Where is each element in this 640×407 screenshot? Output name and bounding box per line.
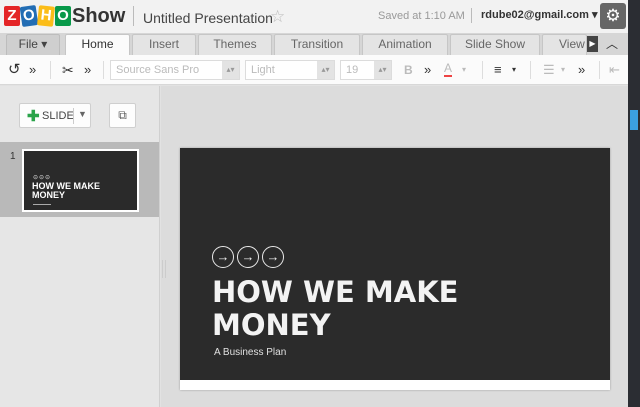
font-family-spin-icon[interactable]: ▴▾ xyxy=(222,61,239,79)
logo-letter-h: H xyxy=(36,5,56,27)
header-divider-2 xyxy=(471,8,472,23)
tabs-scroll-right-icon[interactable]: ▶ xyxy=(587,36,598,52)
logo-letter-o2: O xyxy=(55,6,71,26)
logo-letter-z: Z xyxy=(4,6,20,26)
gear-icon[interactable]: ⚙ xyxy=(600,3,626,29)
font-color-label: A xyxy=(444,61,453,75)
tab-themes[interactable]: Themes xyxy=(198,34,272,55)
list-caret-icon[interactable]: ▾ xyxy=(561,62,565,78)
font-family-value: Source Sans Pro xyxy=(116,64,200,76)
more-paragraph-icon[interactable]: » xyxy=(578,62,585,78)
thumbnail-subtitle-line xyxy=(33,204,51,205)
toolbar-divider xyxy=(482,61,483,79)
font-weight-select[interactable]: Light ▴▾ xyxy=(245,60,335,80)
tab-file[interactable]: File ▾ xyxy=(6,34,60,55)
undo-icon[interactable]: ↺ xyxy=(8,62,21,78)
thumbnail-arrow-icons: ⊝⊝⊝ xyxy=(33,175,52,181)
plus-icon: ✚ xyxy=(27,108,40,125)
font-size-spin-icon[interactable]: ▴▾ xyxy=(374,61,391,79)
slide-title[interactable]: HOW WE MAKE MONEY xyxy=(212,276,512,342)
cut-icon[interactable]: ✂ xyxy=(62,62,74,78)
toolbar-divider xyxy=(530,61,531,79)
star-icon[interactable]: ☆ xyxy=(270,7,285,27)
ribbon-tabs: File ▾ Home Insert Themes Transition Ani… xyxy=(0,33,628,56)
font-weight-value: Light xyxy=(251,64,275,76)
slide-thumbnail[interactable]: ⊝⊝⊝ HOW WE MAKE MONEY xyxy=(22,149,139,212)
app-header: Z O H O Show Untitled Presentation ☆ Sav… xyxy=(0,0,628,33)
bullet-list-icon[interactable]: ☰ xyxy=(543,62,555,78)
thumbnail-title: HOW WE MAKE MONEY xyxy=(32,181,100,200)
more-text-icon[interactable]: » xyxy=(424,62,431,78)
tab-slide-show[interactable]: Slide Show xyxy=(450,34,540,55)
arrow-right-circle-icon: → xyxy=(237,246,259,268)
chevron-down-icon[interactable]: ▼ xyxy=(78,109,87,119)
font-weight-spin-icon[interactable]: ▴▾ xyxy=(317,61,334,79)
add-slide-label: SLIDE xyxy=(42,110,74,122)
indent-icon[interactable]: ⇤ xyxy=(609,62,620,78)
toolbar-divider xyxy=(599,61,600,79)
slide-subtitle[interactable]: A Business Plan xyxy=(214,347,286,358)
slide-number: 1 xyxy=(10,151,16,162)
tab-animation[interactable]: Animation xyxy=(362,34,448,55)
user-account-menu[interactable]: rdube02@gmail.com ▾ xyxy=(481,8,598,21)
align-caret-icon[interactable]: ▾ xyxy=(512,62,516,78)
app-name: Show xyxy=(72,5,126,27)
layout-settings-icon: ⧉ xyxy=(118,108,127,122)
collapse-ribbon-icon[interactable]: ︿ xyxy=(606,35,618,52)
font-size-select[interactable]: 19 ▴▾ xyxy=(340,60,392,80)
font-color-button[interactable]: A xyxy=(444,61,453,77)
formatting-toolbar: ↺ » ✂ » Source Sans Pro ▴▾ Light ▴▾ 19 ▴… xyxy=(0,55,628,85)
arrow-right-circle-icon: → xyxy=(212,246,234,268)
tab-home[interactable]: Home xyxy=(65,34,130,56)
slide-thumbnail-row[interactable]: 1 ⊝⊝⊝ HOW WE MAKE MONEY xyxy=(0,142,159,217)
zoho-logo[interactable]: Z O H O xyxy=(4,4,72,28)
arrow-right-circle-icon: → xyxy=(262,246,284,268)
logo-letter-o: O xyxy=(19,4,39,28)
header-divider xyxy=(133,6,134,26)
button-divider xyxy=(73,108,74,124)
align-icon[interactable]: ≡ xyxy=(494,62,502,78)
toolbar-divider xyxy=(103,61,104,79)
scrollbar-thumb[interactable] xyxy=(630,110,638,130)
tab-transition[interactable]: Transition xyxy=(274,34,360,55)
bold-button[interactable]: B xyxy=(404,62,413,78)
slide-panel: ✚ SLIDE ▼ ⧉ 1 ⊝⊝⊝ HOW WE MAKE MONEY xyxy=(0,86,160,407)
saved-status: Saved at 1:10 AM xyxy=(378,10,465,22)
tab-insert[interactable]: Insert xyxy=(132,34,196,55)
slide-bottom-strip xyxy=(180,380,610,390)
window-scrollbar[interactable] xyxy=(628,0,640,407)
toolbar-divider xyxy=(50,61,51,79)
font-color-caret-icon[interactable]: ▾ xyxy=(462,62,466,78)
document-title[interactable]: Untitled Presentation xyxy=(143,10,273,26)
add-slide-button[interactable]: ✚ SLIDE ▼ xyxy=(19,103,91,128)
tab-view[interactable]: View xyxy=(542,34,587,55)
font-family-select[interactable]: Source Sans Pro ▴▾ xyxy=(110,60,240,80)
more-clipboard-icon[interactable]: » xyxy=(84,62,91,78)
slide-editor[interactable]: → → → HOW WE MAKE MONEY A Business Plan xyxy=(180,148,610,390)
panel-resize-handle[interactable] xyxy=(162,260,166,278)
more-undo-icon[interactable]: » xyxy=(29,62,36,78)
slide-layout-button[interactable]: ⧉ xyxy=(109,103,136,128)
arrow-circles: → → → xyxy=(212,246,287,268)
font-size-value: 19 xyxy=(346,64,359,76)
